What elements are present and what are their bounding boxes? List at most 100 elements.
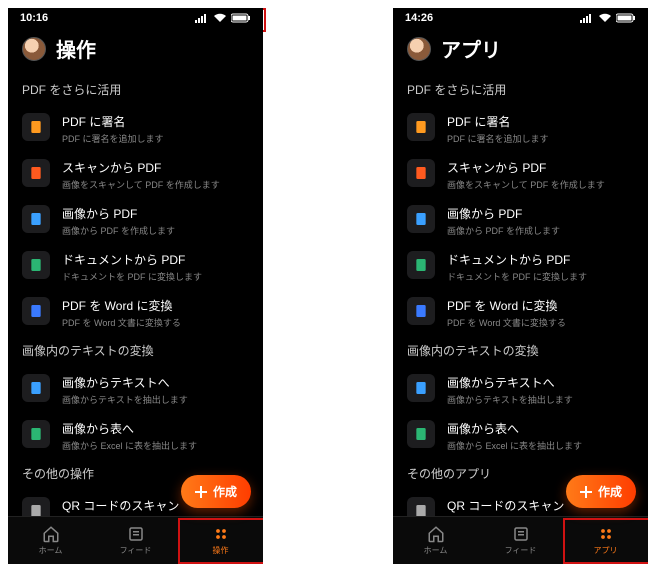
section-title: PDF をさらに活用 xyxy=(22,81,249,98)
action-subtitle: ドキュメントを PDF に変換します xyxy=(447,270,634,283)
action-text: 画像から表へ画像から Excel に表を抽出します xyxy=(62,420,249,452)
action-text: PDF に署名PDF に署名を追加します xyxy=(447,113,634,145)
action-item[interactable]: スキャンから PDF画像をスキャンして PDF を作成します xyxy=(407,152,634,198)
action-icon xyxy=(22,113,50,141)
fab-label: 作成 xyxy=(598,483,622,500)
action-text: PDF を Word に変換PDF を Word 文書に変換する xyxy=(62,297,249,329)
action-icon xyxy=(407,159,435,187)
action-text: PDF を Word に変換PDF を Word 文書に変換する xyxy=(447,297,634,329)
action-item[interactable]: 画像から PDF 画像から PDF を作成します xyxy=(407,198,634,244)
header: 操作 xyxy=(8,26,263,75)
action-icon xyxy=(22,420,50,448)
action-title: 画像から表へ xyxy=(62,420,249,437)
action-item[interactable]: PDF を Word に変換PDF を Word 文書に変換する xyxy=(407,290,634,336)
action-title: ドキュメントから PDF xyxy=(447,251,634,268)
action-item[interactable]: PDF を Word に変換PDF を Word 文書に変換する xyxy=(22,290,249,336)
action-subtitle: 画像から PDF を作成します xyxy=(447,224,634,237)
action-item[interactable]: 画像から表へ画像から Excel に表を抽出します xyxy=(407,413,634,459)
action-title: スキャンから PDF xyxy=(62,159,249,176)
action-text: スキャンから PDF画像をスキャンして PDF を作成します xyxy=(447,159,634,191)
action-icon xyxy=(22,297,50,325)
content-area[interactable]: PDF をさらに活用 PDF に署名 PDF に署名を追加しますスキャンから PDF… xyxy=(8,75,263,516)
action-item[interactable]: 画像からテキストへ画像からテキストを抽出します xyxy=(22,367,249,413)
wifi-icon xyxy=(213,13,227,23)
create-fab[interactable]: 作成 xyxy=(566,475,636,508)
action-icon xyxy=(407,497,435,516)
phone-screen: 14:26アプリPDF をさらに活用PDF に署名PDF に署名を追加しますスキ… xyxy=(393,8,648,564)
tab-apps[interactable]: アプリ xyxy=(563,517,648,564)
status-icons xyxy=(580,13,636,23)
action-subtitle: 画像をスキャンして PDF を作成します xyxy=(447,178,634,191)
tab-label: アプリ xyxy=(594,545,618,556)
action-icon xyxy=(22,374,50,402)
avatar[interactable] xyxy=(22,37,46,61)
action-text: 画像から PDF 画像から PDF を作成します xyxy=(447,205,634,237)
action-icon xyxy=(407,113,435,141)
action-subtitle: PDF を Word 文書に変換する xyxy=(447,316,634,329)
action-item[interactable]: スキャンから PDF 画像をスキャンして PDF を作成します xyxy=(22,152,249,198)
tab-label: ホーム xyxy=(424,545,448,556)
action-item[interactable]: 画像からテキストへ画像からテキストを抽出します xyxy=(407,367,634,413)
tab-label: 操作 xyxy=(213,545,229,556)
action-title: 画像から表へ xyxy=(447,420,634,437)
create-fab[interactable]: 作成 xyxy=(181,475,251,508)
action-title: ドキュメントから PDF xyxy=(62,251,249,268)
tab-home[interactable]: ホーム xyxy=(393,517,478,564)
action-subtitle: 画像からテキストを抽出します xyxy=(62,393,249,406)
section-title: PDF をさらに活用 xyxy=(407,81,634,98)
action-item[interactable]: PDF に署名PDF に署名を追加します xyxy=(407,106,634,152)
action-item[interactable]: ドキュメントから PDF ドキュメントを PDF に変換します xyxy=(407,244,634,290)
section-title: 画像内のテキストの変換 xyxy=(22,342,249,359)
plus-icon xyxy=(195,486,207,498)
battery-icon xyxy=(616,13,636,23)
action-title: PDF に署名 xyxy=(62,113,249,130)
action-text: PDF に署名 PDF に署名を追加します xyxy=(62,113,249,145)
tab-feed[interactable]: フィード xyxy=(478,517,563,564)
content-area[interactable]: PDF をさらに活用 PDF に署名PDF に署名を追加しますスキャンから PDF… xyxy=(393,75,648,516)
action-icon xyxy=(407,374,435,402)
fab-label: 作成 xyxy=(213,483,237,500)
action-subtitle: 画像からテキストを抽出します xyxy=(447,393,634,406)
action-item[interactable]: 画像から PDF 画像から PDF を作成します xyxy=(22,198,249,244)
tab-feed[interactable]: フィード xyxy=(93,517,178,564)
wifi-icon xyxy=(598,13,612,23)
action-subtitle: 画像をスキャンして PDF を作成します xyxy=(62,178,249,191)
action-subtitle: 画像から PDF を作成します xyxy=(62,224,249,237)
action-title: 画像からテキストへ xyxy=(447,374,634,391)
tab-apps[interactable]: 操作 xyxy=(178,517,263,564)
action-icon xyxy=(407,251,435,279)
header: アプリ xyxy=(393,26,648,75)
action-text: スキャンから PDF 画像をスキャンして PDF を作成します xyxy=(62,159,249,191)
action-subtitle: PDF に署名を追加します xyxy=(62,132,249,145)
action-subtitle: ドキュメントを PDF に変換します xyxy=(62,270,249,283)
phone-screen: 10:16 操作 PDF をさらに活用 PDF に署名 PDF に署名を追加しますスキャ… xyxy=(8,8,263,564)
tab-label: フィード xyxy=(505,545,537,556)
action-icon xyxy=(407,205,435,233)
action-icon xyxy=(22,251,50,279)
action-text: 画像から表へ画像から Excel に表を抽出します xyxy=(447,420,634,452)
page-title: 操作 xyxy=(56,34,96,63)
signal-icon xyxy=(195,13,209,23)
action-text: 画像からテキストへ画像からテキストを抽出します xyxy=(62,374,249,406)
tab-bar: ホーム フィード 操作 xyxy=(8,516,263,564)
action-title: 画像から PDF xyxy=(62,205,249,222)
tab-label: ホーム xyxy=(39,545,63,556)
action-subtitle: PDF を Word 文書に変換する xyxy=(62,316,249,329)
action-title: 画像から PDF xyxy=(447,205,634,222)
plus-icon xyxy=(580,486,592,498)
action-text: ドキュメントから PDF ドキュメントを PDF に変換します xyxy=(62,251,249,283)
action-text: 画像からテキストへ画像からテキストを抽出します xyxy=(447,374,634,406)
avatar[interactable] xyxy=(407,37,431,61)
battery-icon xyxy=(231,13,251,23)
tab-bar: ホーム フィード アプリ xyxy=(393,516,648,564)
action-item[interactable]: 画像から表へ画像から Excel に表を抽出します xyxy=(22,413,249,459)
section-title: 画像内のテキストの変換 xyxy=(407,342,634,359)
tab-label: フィード xyxy=(120,545,152,556)
action-item[interactable]: PDF に署名 PDF に署名を追加します xyxy=(22,106,249,152)
action-icon xyxy=(22,497,50,516)
action-item[interactable]: ドキュメントから PDF ドキュメントを PDF に変換します xyxy=(22,244,249,290)
action-title: 画像からテキストへ xyxy=(62,374,249,391)
status-bar: 10:16 xyxy=(8,8,263,26)
tab-home[interactable]: ホーム xyxy=(8,517,93,564)
status-time: 10:16 xyxy=(20,12,48,24)
